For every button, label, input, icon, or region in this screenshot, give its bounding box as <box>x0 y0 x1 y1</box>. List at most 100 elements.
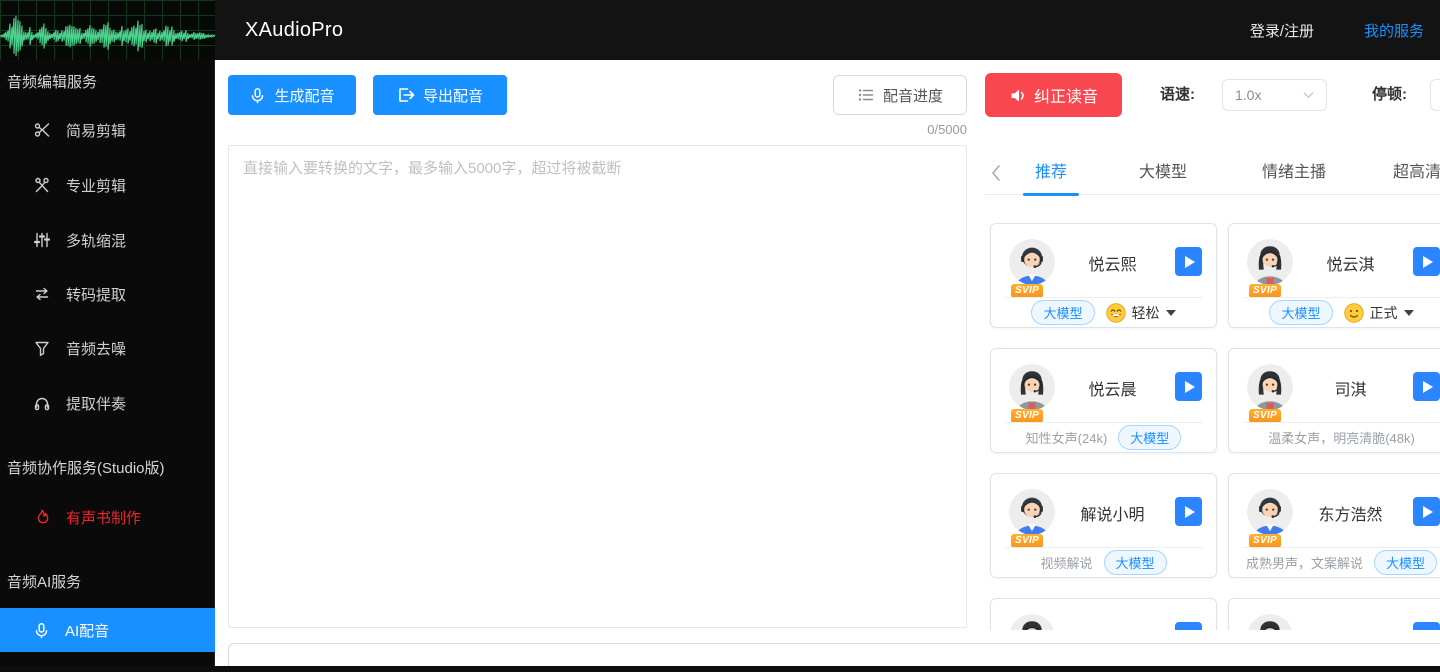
export-icon <box>399 88 415 102</box>
svip-badge: SVIP <box>1249 534 1281 548</box>
slightly-smiling-face-icon <box>1343 302 1364 323</box>
sidebar: 音频编辑服务 简易剪辑 专业剪辑 多轨缩混 转码提取 音频去噪 提取伴奏 音频协… <box>0 0 215 672</box>
voice-card[interactable]: SVIP 悦云熙 大模型 轻松 <box>990 223 1217 328</box>
my-services-link[interactable]: 我的服务 <box>1364 20 1424 41</box>
model-tag: 大模型 <box>1103 550 1167 575</box>
svip-badge: SVIP <box>1011 409 1043 423</box>
play-button[interactable] <box>1413 497 1440 526</box>
sidebar-item-denoise[interactable]: 音频去噪 <box>0 328 215 368</box>
dubbing-progress-button[interactable]: 配音进度 <box>833 75 967 115</box>
app-window: 音频编辑服务 简易剪辑 专业剪辑 多轨缩混 转码提取 音频去噪 提取伴奏 音频协… <box>0 0 1440 672</box>
active-tab-underline <box>1023 193 1079 196</box>
sidebar-section-studio: 音频协作服务(Studio版) <box>7 460 165 477</box>
sidebar-item-label: AI配音 <box>65 622 110 640</box>
transcode-arrows-icon <box>35 287 49 301</box>
card-meta: 知性女声(24k) 大模型 <box>991 423 1216 452</box>
tab-recommended[interactable]: 推荐 <box>1035 155 1067 195</box>
voice-description: 温柔女声，明亮清脆(48k) <box>1268 431 1415 446</box>
speed-value: 1.0x <box>1235 87 1262 103</box>
sidebar-item-multitrack-mix[interactable]: 多轨缩混 <box>0 220 215 260</box>
speed-select[interactable]: 1.0x <box>1222 79 1327 111</box>
main-content: 生成配音 导出配音 配音进度 纠正读音 语速: 1.0x 停顿: 0/5000 <box>215 60 1440 672</box>
mood-select[interactable]: 轻松 <box>1105 302 1176 323</box>
play-icon <box>1422 255 1433 268</box>
voice-card[interactable]: SVIP 解说小明 视频解说 大模型 <box>990 473 1217 578</box>
avatar <box>1009 364 1055 410</box>
svip-badge: SVIP <box>1249 284 1281 298</box>
sidebar-item-transcode-extract[interactable]: 转码提取 <box>0 274 215 314</box>
correct-pronunciation-button[interactable]: 纠正读音 <box>985 73 1122 117</box>
voice-card[interactable]: SVIP 司淇 温柔女声，明亮清脆(48k) <box>1228 348 1440 453</box>
voice-description: 知性女声(24k) <box>1025 431 1108 446</box>
card-meta: 温柔女声，明亮清脆(48k) <box>1229 423 1440 452</box>
speaker-icon <box>1011 89 1024 101</box>
button-label: 配音进度 <box>882 87 943 105</box>
scissors-simple-icon <box>34 123 50 137</box>
grinning-face-icon <box>1105 302 1126 323</box>
mood-label: 正式 <box>1369 304 1398 321</box>
voice-card[interactable]: SVIP 悦云淇 大模型 正式 <box>1228 223 1440 328</box>
sidebar-item-label: 有声书制作 <box>66 509 142 527</box>
pause-select[interactable] <box>1430 79 1440 111</box>
sidebar-item-extract-accompaniment[interactable]: 提取伴奏 <box>0 383 215 423</box>
caret-down-icon <box>1165 309 1176 316</box>
headphones-icon <box>34 397 50 411</box>
svip-badge: SVIP <box>1249 409 1281 423</box>
sidebar-item-simple-cut[interactable]: 简易剪辑 <box>0 110 215 150</box>
tab-emotion-anchor[interactable]: 情绪主播 <box>1262 155 1326 195</box>
play-button[interactable] <box>1413 372 1440 401</box>
sidebar-item-label: 转码提取 <box>66 286 127 304</box>
sidebar-item-ai-dubbing[interactable]: AI配音 <box>0 608 215 652</box>
tab-ultra-hd[interactable]: 超高清 <box>1393 155 1440 195</box>
sidebar-item-audiobook[interactable]: 有声书制作 <box>0 497 215 537</box>
play-button[interactable] <box>1175 497 1202 526</box>
sidebar-section-edit: 音频编辑服务 <box>7 74 98 91</box>
voice-tabs: 推荐 大模型 情绪主播 超高清 <box>985 155 1440 196</box>
chevron-down-icon <box>1303 92 1314 99</box>
export-dubbing-button[interactable]: 导出配音 <box>373 75 507 115</box>
play-button[interactable] <box>1175 247 1202 276</box>
mixer-sliders-icon <box>33 232 51 248</box>
app-title: XAudioPro <box>245 18 344 41</box>
voice-name: 东方浩然 <box>1318 507 1383 524</box>
mood-label: 轻松 <box>1131 304 1160 321</box>
sidebar-item-label: 专业剪辑 <box>66 177 127 195</box>
dubbing-text-input[interactable] <box>228 145 967 628</box>
flame-icon <box>37 509 49 524</box>
play-button[interactable] <box>1413 247 1440 276</box>
voice-name: 悦云熙 <box>1088 257 1137 274</box>
play-button[interactable] <box>1175 372 1202 401</box>
card-meta: 大模型 轻松 <box>991 298 1216 327</box>
chevron-left-icon[interactable] <box>990 164 1002 187</box>
card-meta: 大模型 正式 <box>1229 298 1440 327</box>
microphone-icon <box>252 87 264 103</box>
voice-name: 悦云晨 <box>1088 382 1137 399</box>
avatar <box>1247 239 1293 285</box>
microphone-icon <box>35 622 48 638</box>
avatar <box>1247 489 1293 535</box>
voice-card[interactable]: SVIP 东方浩然 成熟男声，文案解说 大模型 <box>1228 473 1440 578</box>
voice-description: 成熟男声，文案解说 <box>1245 556 1363 571</box>
button-label: 生成配音 <box>274 87 335 105</box>
char-counter: 0/5000 <box>927 122 967 137</box>
tab-large-model[interactable]: 大模型 <box>1139 155 1187 195</box>
caret-down-icon <box>1403 309 1414 316</box>
speed-label: 语速: <box>1160 86 1195 103</box>
waveform-icon <box>0 15 215 57</box>
play-icon <box>1422 380 1433 393</box>
voice-name: 解说小明 <box>1080 507 1145 524</box>
avatar <box>1247 364 1293 410</box>
footer-strip <box>0 666 1440 672</box>
play-icon <box>1184 380 1195 393</box>
mood-select[interactable]: 正式 <box>1343 302 1414 323</box>
pause-label: 停顿: <box>1372 86 1407 103</box>
voice-card[interactable]: SVIP 悦云晨 知性女声(24k) 大模型 <box>990 348 1217 453</box>
denoise-funnel-icon <box>35 341 49 356</box>
sidebar-item-label: 多轨缩混 <box>66 232 127 250</box>
generate-dubbing-button[interactable]: 生成配音 <box>228 75 356 115</box>
voice-description: 视频解说 <box>1040 556 1093 571</box>
login-register-link[interactable]: 登录/注册 <box>1250 20 1314 41</box>
model-tag: 大模型 <box>1374 550 1438 575</box>
sidebar-item-pro-cut[interactable]: 专业剪辑 <box>0 165 215 205</box>
card-meta: 成熟男声，文案解说 大模型 <box>1229 548 1440 577</box>
